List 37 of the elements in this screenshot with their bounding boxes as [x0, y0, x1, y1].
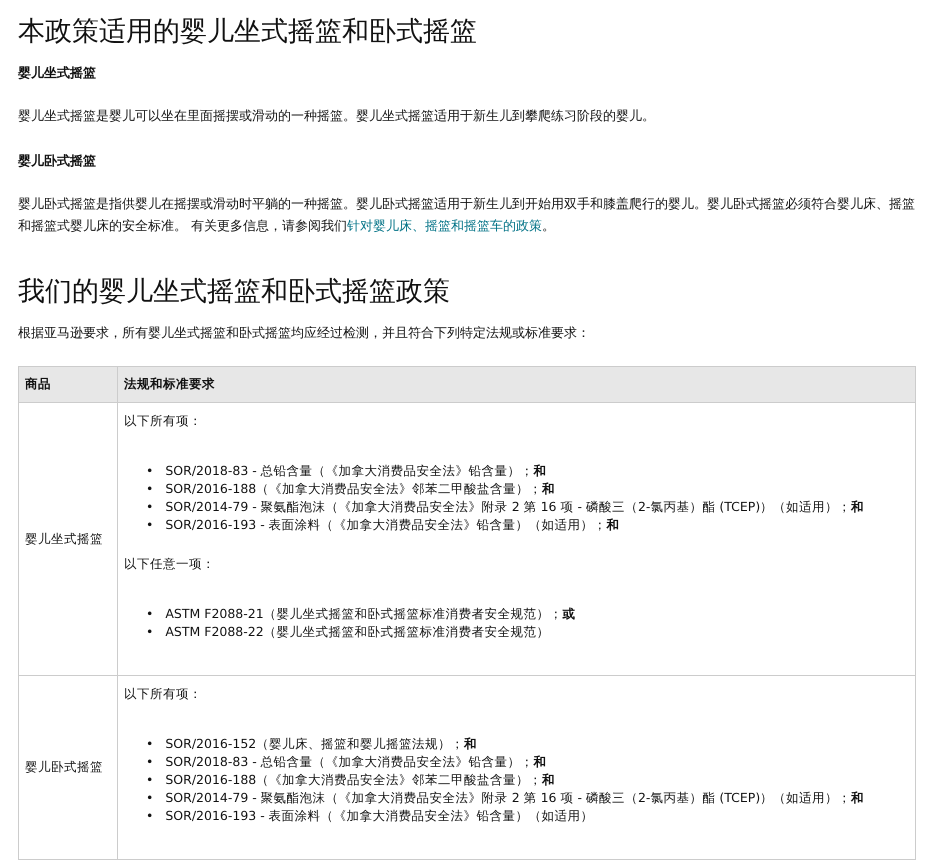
bullet: •	[146, 753, 154, 771]
bullet: •	[146, 735, 154, 753]
bullet: •	[146, 462, 154, 480]
bullet: •	[146, 605, 154, 623]
requirement-item: SOR/2014-79 - 聚氨酯泡沫（《加拿大消费品安全法》附录 2 第 16 项 - 磷酸三（2-氯丙基）酯 (TCEP)）（如适用）；和	[165, 498, 864, 516]
column-header: 商品	[18, 366, 118, 402]
requirement-item: SOR/2018-83 - 总铅含量（《加拿大消费品安全法》铅含量）；和	[165, 753, 547, 771]
paragraph: 婴儿卧式摇篮是指供婴儿在摇摆或滑动时平躺的一种摇篮。婴儿卧式摇篮适用于新生儿到开始用双手和膝盖爬行的婴儿。婴儿卧式摇篮必须符合婴儿床、摇篮和摇篮式婴儿床的安全标准。 有关更多信息，请参阅我们针对婴儿床、摇篮和摇篮车的政策。	[18, 196, 916, 236]
requirement-item: ASTM F2088-21（婴儿坐式摇篮和卧式摇篮标准消费者安全规范）；或	[165, 605, 576, 623]
requirement-item: SOR/2014-79 - 聚氨酯泡沫（《加拿大消费品安全法》附录 2 第 16 项 - 磷酸三（2-氯丙基）酯 (TCEP)）（如适用）；和	[165, 789, 864, 807]
product-cell: 婴儿卧式摇篮	[18, 676, 118, 860]
bullet: •	[146, 516, 154, 534]
group-label: 以下所有项：	[124, 686, 202, 703]
requirement-item: SOR/2018-83 - 总铅含量（《加拿大消费品安全法》铅含量）；和	[165, 462, 547, 480]
bullet: •	[146, 771, 154, 789]
group-label: 以下任意一项：	[124, 556, 215, 573]
bullet: •	[146, 498, 154, 516]
bullet: •	[146, 480, 154, 498]
bullet: •	[146, 807, 154, 825]
subheading: 婴儿卧式摇篮	[18, 153, 96, 170]
section-title: 我们的婴儿坐式摇篮和卧式摇篮政策	[18, 275, 450, 309]
requirement-item: SOR/2016-188（《加拿大消费品安全法》邻苯二甲酸盐含量）；和	[165, 480, 556, 498]
group-label: 以下所有项：	[124, 413, 202, 430]
requirement-item: SOR/2016-193 - 表面涂料（《加拿大消费品安全法》铅含量）（如适用）	[165, 807, 594, 825]
requirement-item: SOR/2016-193 - 表面涂料（《加拿大消费品安全法》铅含量）（如适用）；和	[165, 516, 620, 534]
column-header: 法规和标准要求	[118, 366, 916, 402]
intro-text: 根据亚马逊要求，所有婴儿坐式摇篮和卧式摇篮均应经过检测，并且符合下列特定法规或标准要求：	[18, 325, 590, 342]
requirement-item: SOR/2016-188（《加拿大消费品安全法》邻苯二甲酸盐含量）；和	[165, 771, 556, 789]
section-title: 本政策适用的婴儿坐式摇篮和卧式摇篮	[18, 15, 477, 49]
bullet: •	[146, 623, 154, 641]
policy-link[interactable]: 针对婴儿床、摇篮和摇篮车的政策	[347, 219, 542, 234]
subheading: 婴儿坐式摇篮	[18, 65, 96, 82]
requirement-item: SOR/2016-152（婴儿床、摇篮和婴儿摇篮法规）；和	[165, 735, 478, 753]
bullet: •	[146, 789, 154, 807]
requirement-item: ASTM F2088-22（婴儿坐式摇篮和卧式摇篮标准消费者安全规范）	[165, 623, 550, 641]
paragraph: 婴儿坐式摇篮是婴儿可以坐在里面摇摆或滑动的一种摇篮。婴儿坐式摇篮适用于新生儿到攀爬练习阶段的婴儿。	[18, 108, 656, 126]
product-cell: 婴儿坐式摇篮	[18, 402, 118, 676]
